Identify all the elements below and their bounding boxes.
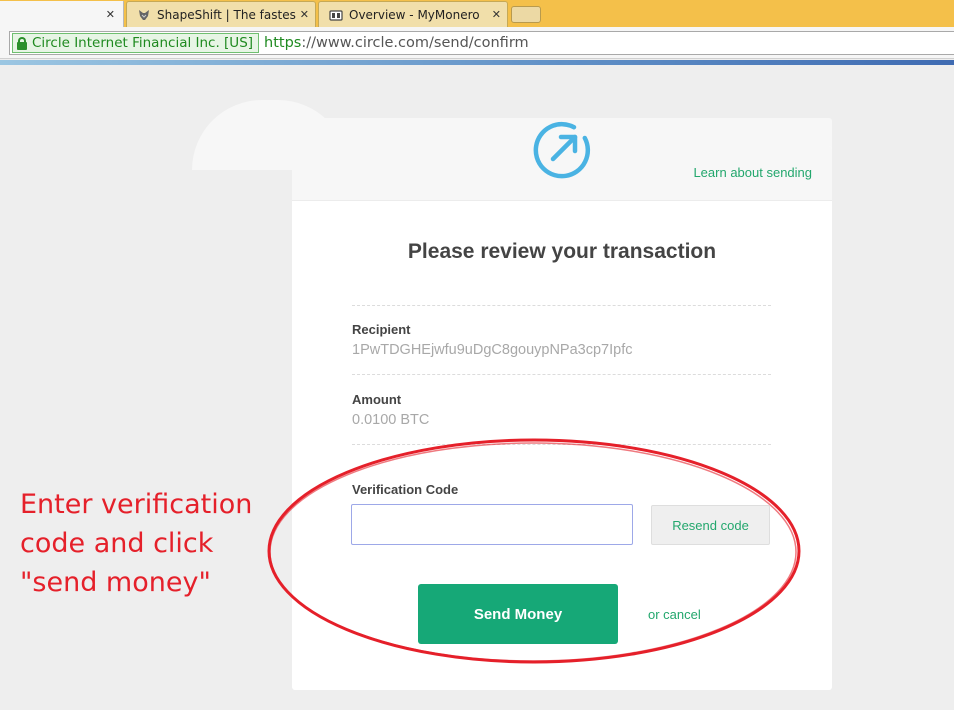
amount-label: Amount <box>352 392 402 407</box>
learn-about-sending-link[interactable]: Learn about sending <box>693 165 812 180</box>
tab-title: ShapeShift | The fastest wa <box>157 7 296 22</box>
address-bar: Circle Internet Financial Inc. [US] http… <box>0 27 954 59</box>
send-arrow-icon <box>533 121 591 179</box>
verification-code-input[interactable] <box>351 504 633 545</box>
send-money-button[interactable]: Send Money <box>418 584 618 644</box>
ev-certificate-badge[interactable]: Circle Internet Financial Inc. [US] <box>12 33 260 53</box>
resend-code-button[interactable]: Resend code <box>651 505 770 545</box>
page-title: Please review your transaction <box>407 240 717 263</box>
annotation-line: Enter verification <box>20 489 253 520</box>
tab-mymonero[interactable]: Overview - MyMonero ✕ <box>318 1 508 27</box>
omnibox[interactable]: Circle Internet Financial Inc. [US] http… <box>9 31 954 55</box>
url-path: ://www.circle.com/send/confirm <box>301 35 529 51</box>
fox-icon <box>139 9 149 20</box>
ev-certificate-name: Circle Internet Financial Inc. [US] <box>32 35 254 51</box>
logo-header-bump <box>192 100 348 170</box>
annotation-line: code and click <box>20 528 214 559</box>
divider <box>352 305 771 306</box>
tab-title: Overview - MyMonero <box>349 7 480 22</box>
new-tab-button[interactable] <box>511 6 541 23</box>
cancel-link[interactable]: or cancel <box>648 607 701 622</box>
url-text[interactable]: https://www.circle.com/send/confirm <box>264 35 529 51</box>
recipient-label: Recipient <box>352 322 411 337</box>
tab-active[interactable]: ✕ <box>0 1 124 27</box>
verification-code-label: Verification Code <box>352 482 459 497</box>
amount-value: 0.0100 BTC <box>352 412 430 428</box>
tab-strip: ✕ ShapeShift | The fastest wa ✕ Overview… <box>0 0 954 27</box>
lock-icon <box>17 36 27 50</box>
header-accent-line <box>0 60 954 65</box>
close-icon[interactable]: ✕ <box>300 8 309 21</box>
instruction-annotation: Enter verification code and click "send … <box>20 485 252 602</box>
divider <box>352 374 771 375</box>
divider <box>352 444 771 445</box>
monero-wallet-icon <box>329 9 343 21</box>
tab-shapeshift[interactable]: ShapeShift | The fastest wa ✕ <box>126 1 316 27</box>
send-confirm-card: Learn about sending Please review your t… <box>292 146 832 690</box>
annotation-line: "send money" <box>20 567 211 598</box>
recipient-address: 1PwTDGHEjwfu9uDgC8gouypNPa3cp7Ipfc <box>352 342 633 358</box>
close-icon[interactable]: ✕ <box>106 8 115 21</box>
url-scheme: https <box>264 35 302 51</box>
close-icon[interactable]: ✕ <box>492 8 501 21</box>
